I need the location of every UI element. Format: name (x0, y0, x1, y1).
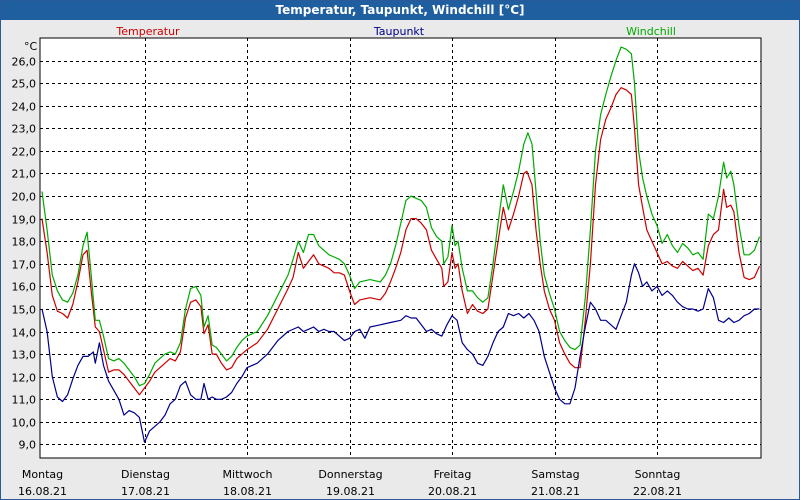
x-tick-day: Dienstag (121, 468, 170, 481)
y-tick-label: 21,0 (12, 168, 37, 181)
y-tick-label: 17,0 (12, 259, 37, 272)
x-tick-day: Samstag (531, 468, 579, 481)
x-tick-day: Donnerstag (318, 468, 382, 481)
y-tick-label: 13,0 (12, 349, 37, 362)
x-tick-date: 16.08.21 (18, 485, 67, 498)
y-tick-label: 16,0 (12, 281, 37, 294)
x-tick-day: Mittwoch (223, 468, 273, 481)
y-tick-label: 18,0 (12, 236, 37, 249)
x-tick-day: Freitag (434, 468, 472, 481)
y-tick-label: 15,0 (12, 304, 37, 317)
legend-entry: Taupunkt (373, 25, 425, 38)
y-tick-label: 22,0 (12, 146, 37, 159)
x-tick-date: 18.08.21 (223, 485, 272, 498)
y-tick-label: 24,0 (12, 101, 37, 114)
y-tick-label: 20,0 (12, 191, 37, 204)
y-tick-label: 12,0 (12, 372, 37, 385)
legend-entry: Windchill (626, 25, 676, 38)
x-tick-date: 22.08.21 (633, 485, 682, 498)
temperature-chart: 9,0 10,0 11,0 12,0 13,0 14,0 15,0 16,0 17,0 18,0 1… (12, 25, 762, 498)
y-tick-label: 14,0 (12, 327, 37, 340)
x-tick-date: 17.08.21 (121, 485, 170, 498)
plot-area (39, 37, 762, 459)
y-tick-label: 26,0 (12, 56, 37, 69)
y-tick-label: 25,0 (12, 78, 37, 91)
y-axis-unit: °C (24, 40, 38, 53)
x-tick-day: Sonntag (635, 468, 681, 481)
y-axis: 9,0 10,0 11,0 12,0 13,0 14,0 15,0 16,0 17,0 18,0 1… (12, 40, 38, 452)
x-tick-date: 19.08.21 (326, 485, 375, 498)
x-tick-date: 21.08.21 (531, 485, 580, 498)
y-tick-label: 9,0 (19, 439, 37, 452)
x-tick-date: 20.08.21 (428, 485, 477, 498)
x-tick-day: Montag (22, 468, 63, 481)
legend: Temperatur Taupunkt Windchill (115, 25, 676, 38)
y-tick-label: 19,0 (12, 214, 37, 227)
y-tick-label: 10,0 (12, 417, 37, 430)
legend-entry: Temperatur (115, 25, 180, 38)
y-tick-label: 23,0 (12, 123, 37, 136)
y-tick-label: 11,0 (12, 394, 37, 407)
x-axis: Montag 16.08.21 Dienstag 17.08.21 Mittwoch 18… (18, 468, 682, 498)
